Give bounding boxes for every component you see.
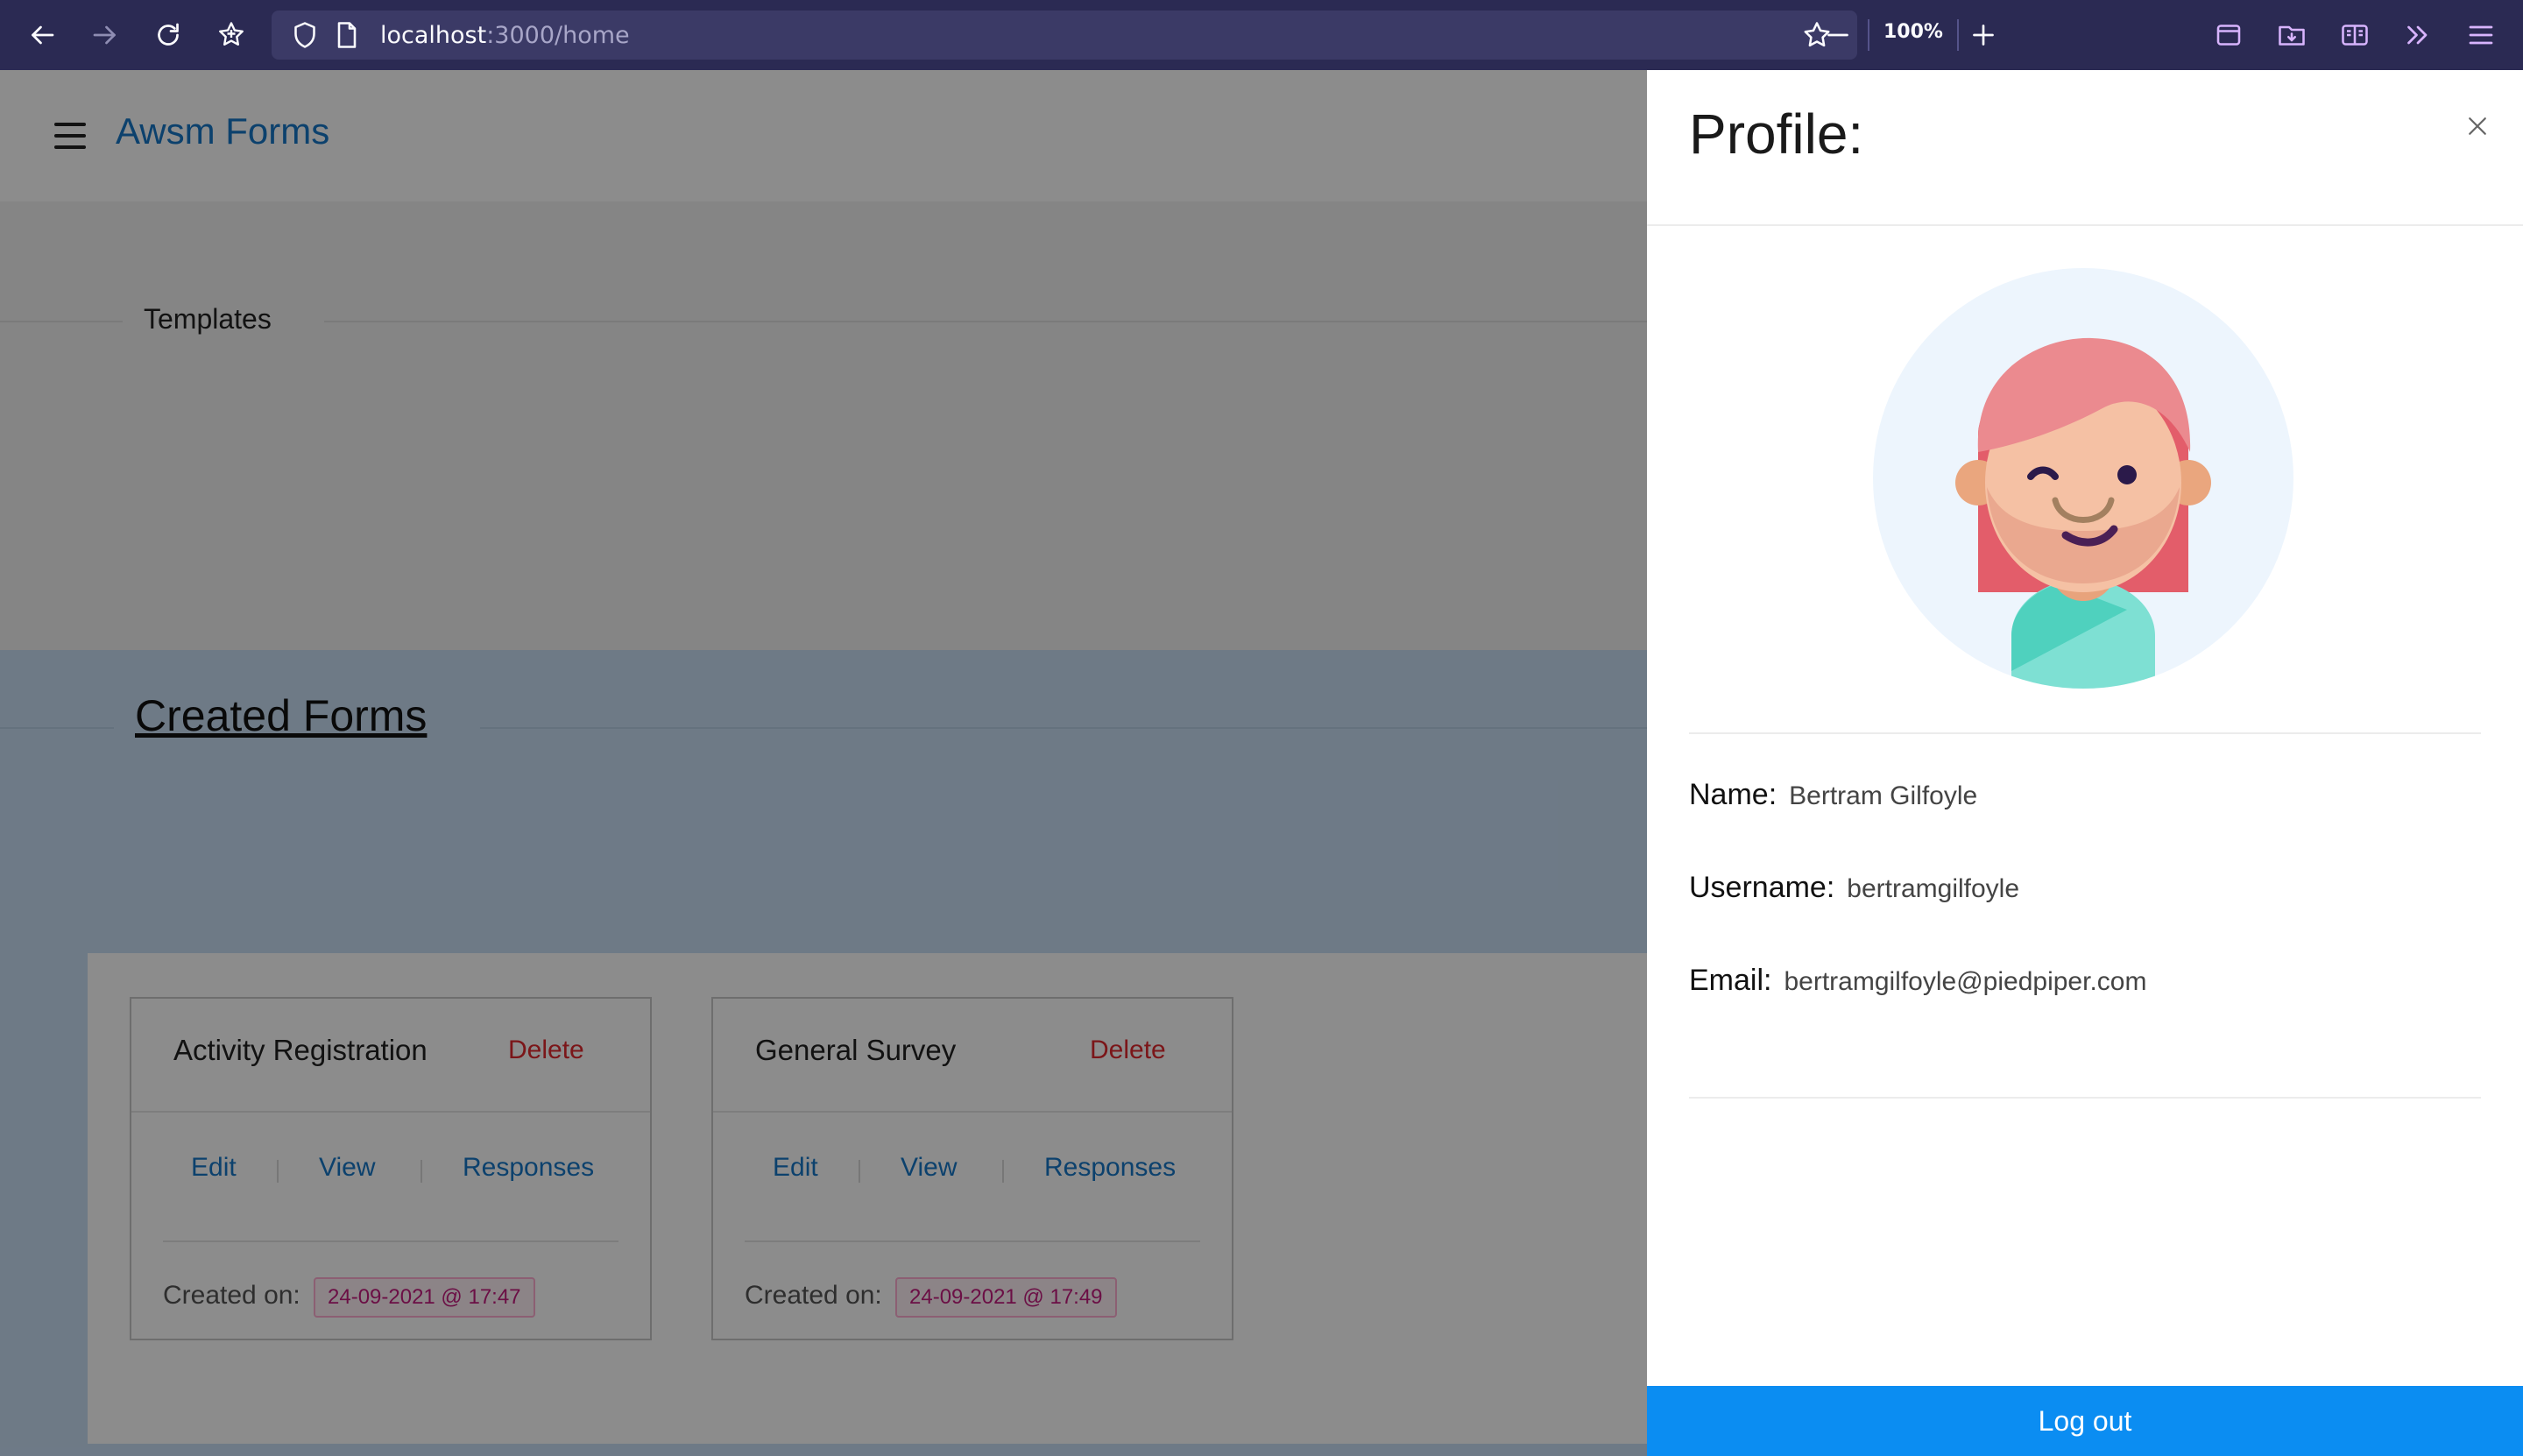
username-label: Username: (1689, 871, 1835, 904)
drawer-title: Profile: (1689, 102, 1864, 166)
username-row: Username: bertramgilfoyle (1689, 871, 2019, 905)
zoom-separator (1868, 19, 1869, 51)
sidebar-icon[interactable] (2208, 14, 2250, 56)
username-value: bertramgilfoyle (1847, 874, 2020, 903)
zoom-level[interactable]: 100% (1883, 21, 1943, 43)
profile-divider (1689, 732, 2481, 734)
reload-icon[interactable] (147, 14, 189, 56)
logout-button[interactable]: Log out (1647, 1386, 2523, 1456)
url-path: :3000/home (486, 22, 630, 49)
avatar (1873, 268, 2293, 689)
name-label: Name: (1689, 778, 1777, 811)
name-value: Bertram Gilfoyle (1789, 781, 1978, 810)
profile-divider (1689, 1097, 2481, 1099)
back-icon[interactable] (21, 14, 63, 56)
name-row: Name: Bertram Gilfoyle (1689, 778, 1977, 812)
drawer-header-divider (1647, 224, 2523, 226)
drawer-mask[interactable] (0, 70, 1647, 1456)
zoom-separator (1957, 19, 1959, 51)
profile-drawer: Profile: Name: Bertram Gilfoyle Username… (1647, 70, 2523, 1456)
forward-icon[interactable] (84, 14, 126, 56)
overflow-icon[interactable] (2397, 14, 2439, 56)
url-host: localhost (380, 22, 487, 49)
downloads-icon[interactable] (2271, 14, 2313, 56)
url-bar[interactable]: localhost:3000/home (272, 11, 1857, 60)
shield-icon[interactable] (284, 14, 326, 56)
zoom-in-icon[interactable] (1962, 14, 2004, 56)
email-label: Email: (1689, 964, 1772, 997)
zoom-out-icon[interactable] (1817, 14, 1859, 56)
reader-icon[interactable] (2334, 14, 2376, 56)
close-icon[interactable] (2458, 107, 2497, 145)
page-icon (326, 14, 368, 56)
email-row: Email: bertramgilfoyle@piedpiper.com (1689, 964, 2146, 998)
extensions-icon[interactable] (210, 14, 252, 56)
email-value: bertramgilfoyle@piedpiper.com (1784, 967, 2147, 996)
browser-toolbar: localhost:3000/home 100% (0, 0, 2523, 70)
menu-icon[interactable] (2460, 14, 2502, 56)
url-text[interactable]: localhost:3000/home (380, 23, 630, 49)
